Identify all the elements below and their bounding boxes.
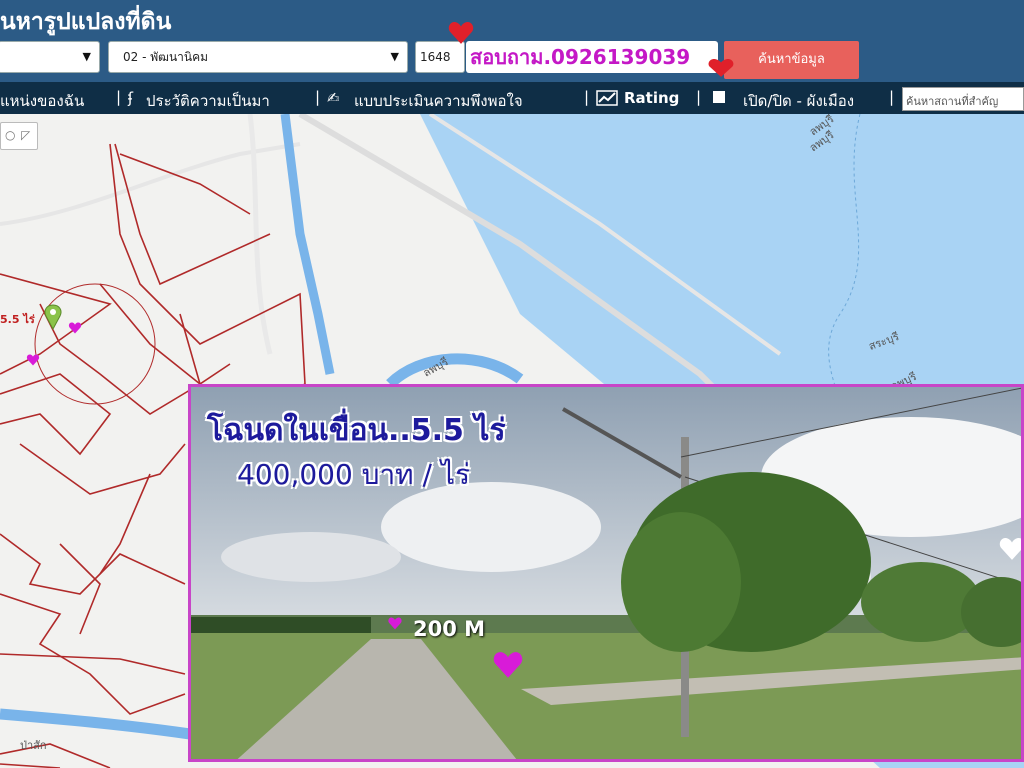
heart-icon	[999, 538, 1021, 560]
chevron-down-icon: ▼	[390, 50, 399, 63]
search-button[interactable]: ค้นหาข้อมูล	[724, 41, 859, 79]
parcel-number-input[interactable]: 1648	[415, 41, 465, 73]
toolbar-item-history[interactable]: ประวัติความเป็นมา	[146, 89, 270, 113]
toolbar-item-zoning-toggle[interactable]: เปิด/ปิด - ผังเมือง	[743, 89, 854, 113]
heart-icon	[26, 354, 40, 366]
map-control[interactable]: ○ ◸	[0, 122, 38, 150]
plot-area-label: 5.5 ไร่	[0, 313, 35, 326]
header-bar: นหารูปแปลงที่ดิน ▼ 02 - พัฒนานิคม ▼ 1648…	[0, 0, 1024, 82]
place-label: ป่าสัก	[20, 739, 47, 752]
survey-icon: ✍	[327, 89, 340, 107]
street-photo-overlay: โฉนดในเขื่อน..5.5 ไร่ 400,000 บาท / ไร่ …	[188, 384, 1024, 762]
page-title: นหารูปแปลงที่ดิน	[0, 9, 172, 35]
overlay-title: โฉนดในเขื่อน..5.5 ไร่	[207, 413, 506, 448]
rating-icon	[596, 90, 618, 106]
heart-icon	[493, 652, 523, 678]
heart-icon	[708, 58, 734, 77]
zoom-icon: ○	[5, 128, 16, 142]
district-select[interactable]: 02 - พัฒนานิคม ▼	[108, 41, 408, 73]
heart-icon	[68, 322, 82, 334]
toolbar: แหน่งของฉัน | ʄ ประวัติความเป็นมา | ✍ แบ…	[0, 82, 1024, 114]
pin-icon[interactable]	[44, 304, 62, 330]
place-search-input[interactable]: ค้นหาสถานที่สำคัญ	[902, 87, 1024, 111]
district-select-value: 02 - พัฒนานิคม	[123, 50, 209, 64]
toolbar-separator: |	[889, 88, 895, 106]
toolbar-separator: |	[315, 88, 321, 106]
overlay-distance: 200 M	[413, 617, 486, 641]
toolbar-separator: |	[116, 88, 122, 106]
zoning-checkbox[interactable]	[713, 91, 725, 103]
toolbar-item-survey[interactable]: แบบประเมินความพึงพอใจ	[354, 89, 523, 113]
heart-icon	[388, 617, 402, 630]
toolbar-separator: |	[584, 88, 590, 106]
toolbar-item-my-location[interactable]: แหน่งของฉัน	[0, 89, 84, 113]
history-icon: ʄ	[128, 89, 134, 107]
navigate-icon: ◸	[21, 128, 31, 142]
toolbar-separator: |	[696, 88, 702, 106]
heart-icon	[448, 21, 474, 44]
contact-phone-text: สอบถาม.0926139039	[466, 41, 718, 73]
chevron-down-icon: ▼	[82, 50, 91, 63]
overlay-price: 400,000 บาท / ไร่	[237, 458, 470, 491]
toolbar-item-rating[interactable]: Rating	[624, 89, 679, 107]
province-select[interactable]: ▼	[0, 41, 100, 73]
